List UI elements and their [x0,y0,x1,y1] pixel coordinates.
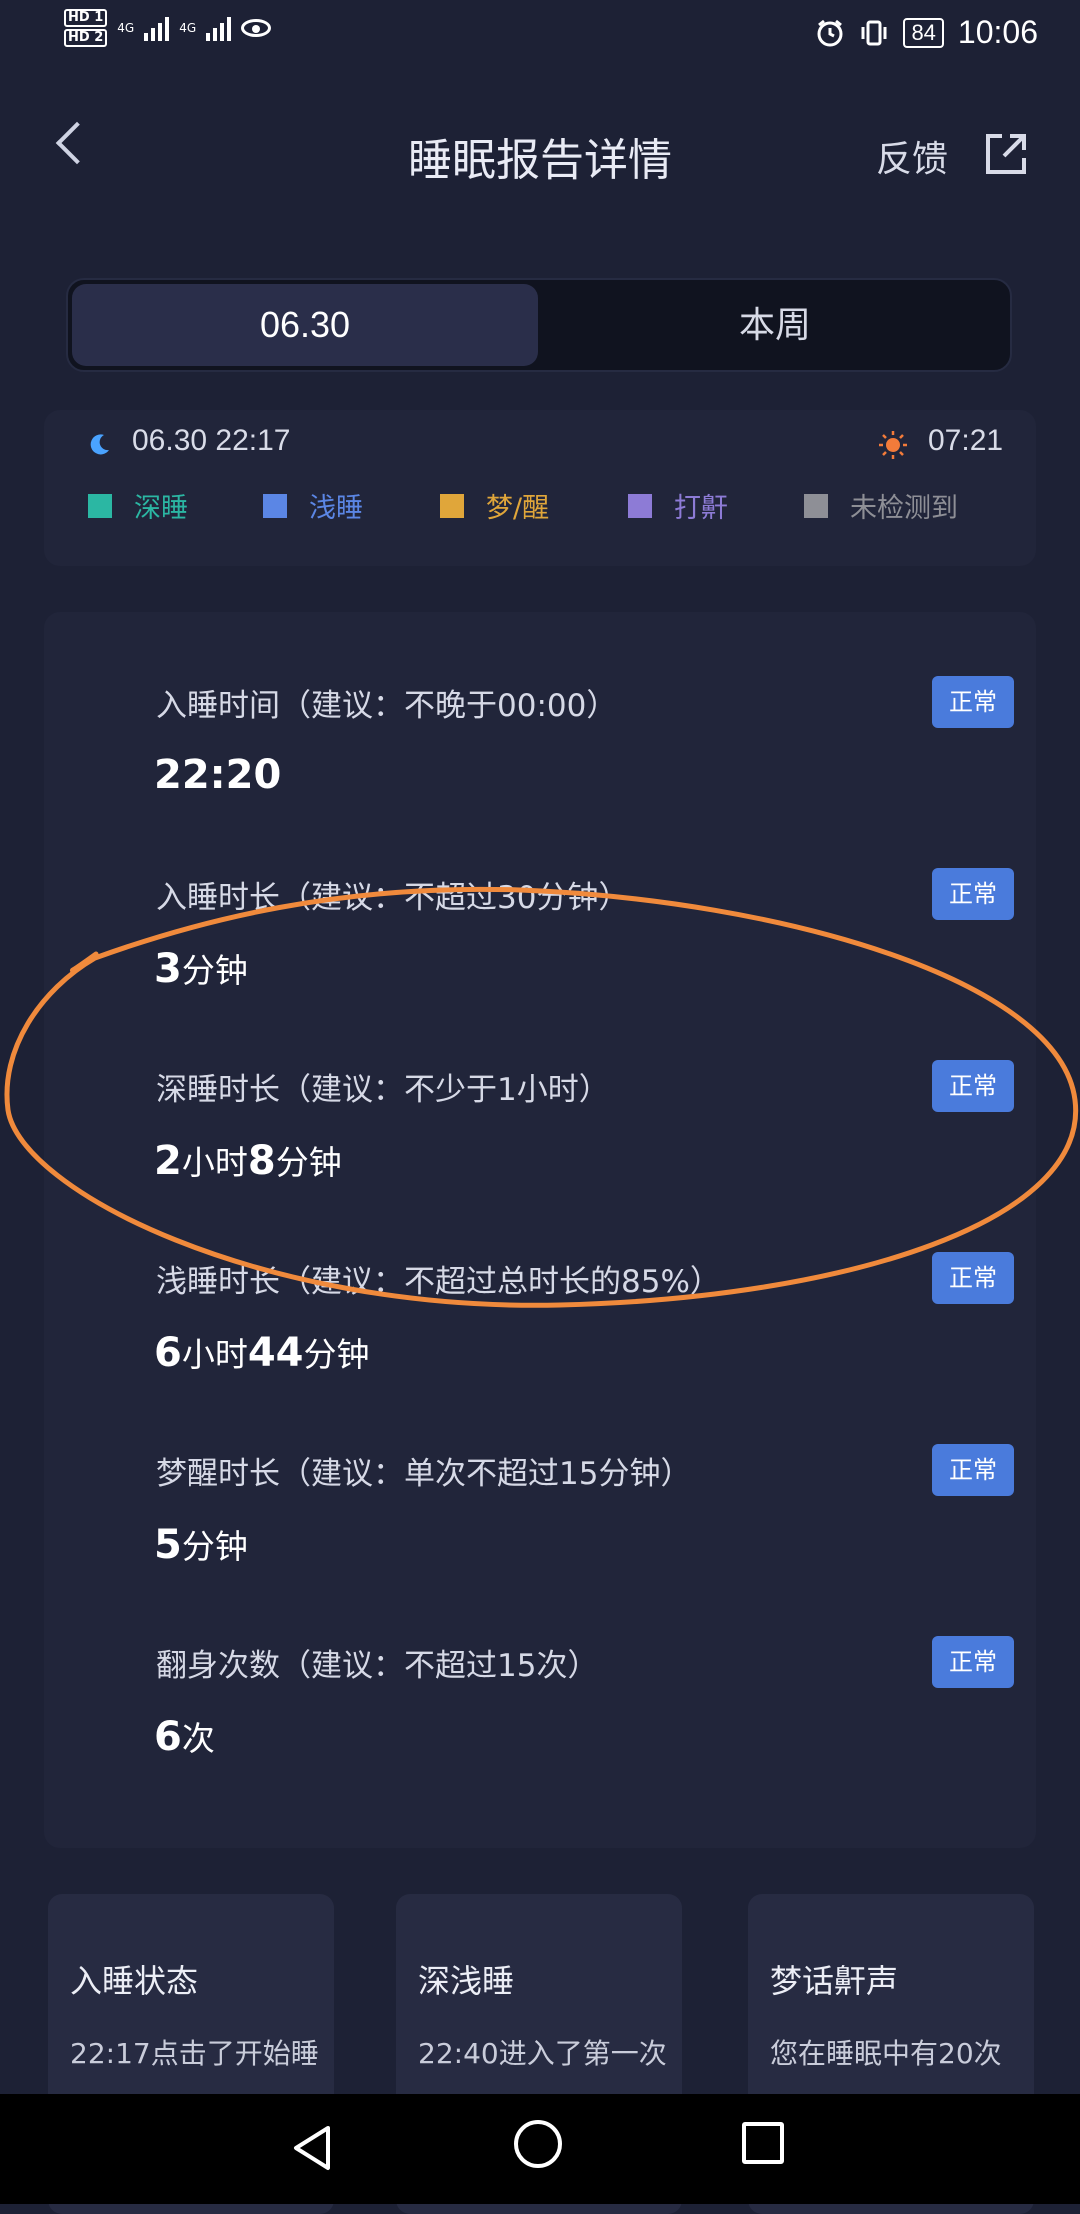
metric-number: 5 [154,1522,182,1568]
clock: 10:06 [957,14,1038,50]
nav-back-icon[interactable] [290,2124,334,2172]
eye-icon [241,19,272,37]
status-bar: HD 1 HD 2 4G 4G 84 10:06 [0,0,1080,70]
metric-unit: 小时 [181,1335,248,1374]
tab-week[interactable]: 本周 [542,284,1008,366]
alarm-icon [817,19,843,46]
legend-item-snore: 打鼾 [628,486,804,525]
legend-swatch [88,493,112,518]
network-type-1: 4G [117,21,135,35]
legend-item-dream: 梦/醒 [440,486,628,525]
metric-label-dream-awake: 梦醒时长（建议：单次不超过15分钟） [156,1456,692,1492]
metric-value-bedtime: 22:20 [154,752,281,798]
legend-label: 浅睡 [309,493,363,524]
hd1-indicator: HD 1 [64,9,108,27]
status-badge: 正常 [932,676,1014,728]
card-title: 入睡状态 [70,1962,199,2000]
sun-icon [879,431,907,459]
legend-swatch [804,493,828,518]
legend-swatch [440,493,464,518]
card-desc: 22:17点击了开始睡 [70,2037,319,2070]
nav-home-icon[interactable] [514,2120,562,2168]
legend-item-deep: 深睡 [88,486,263,525]
status-badge: 正常 [932,1636,1014,1688]
metric-value-turnovers: 6次 [154,1712,215,1760]
metric-label-bedtime: 入睡时间（建议：不晚于00:00） [156,688,618,724]
network-type-2: 4G [179,21,197,35]
signal-icon [206,15,232,41]
signal-icon [144,15,170,41]
legend-label: 未检测到 [850,493,958,524]
metric-unit: 次 [181,1719,215,1758]
tab-day[interactable]: 06.30 [72,284,538,366]
metric-unit: 分钟 [181,1527,248,1566]
sleep-start-time: 06.30 22:17 [132,424,291,457]
wake-time: 07:21 [928,424,1004,457]
battery-level: 84 [903,17,944,48]
moon-icon [90,434,109,455]
legend-item-light: 浅睡 [263,486,440,525]
metric-number: 6 [154,1714,182,1760]
feedback-button[interactable]: 反馈 [876,130,948,182]
legend-item-undetected: 未检测到 [804,486,958,525]
vibrate-icon [861,20,887,45]
legend-swatch [628,493,652,518]
metric-value-dream-awake: 5分钟 [154,1520,248,1568]
metric-unit: 分钟 [303,1335,370,1374]
legend-label: 打鼾 [674,493,728,524]
metric-value-text: 22:20 [154,752,282,798]
legend-label: 深睡 [134,493,188,524]
card-title: 深浅睡 [418,1962,515,2000]
card-desc: 您在睡眠中有20次 [770,2037,1002,2070]
nav-recent-apps-icon[interactable] [742,2122,784,2164]
legend-label: 梦/醒 [486,493,550,524]
status-right: 84 10:06 [815,14,1038,51]
card-desc: 22:40进入了第一次 [418,2037,667,2070]
status-badge: 正常 [932,1444,1014,1496]
sleep-stage-legend: 深睡 浅睡 梦/醒 打鼾 未检测到 [88,486,958,525]
legend-swatch [263,493,287,518]
hd2-indicator: HD 2 [64,29,108,47]
card-title: 梦话鼾声 [770,1962,899,2000]
period-tabs: 06.30 本周 [66,278,1012,372]
status-left: HD 1 HD 2 4G 4G [64,8,272,48]
annotation-circle [4,886,1079,1308]
share-icon[interactable] [982,130,1030,178]
metric-label-turnovers: 翻身次数（建议：不超过15次） [156,1648,599,1684]
